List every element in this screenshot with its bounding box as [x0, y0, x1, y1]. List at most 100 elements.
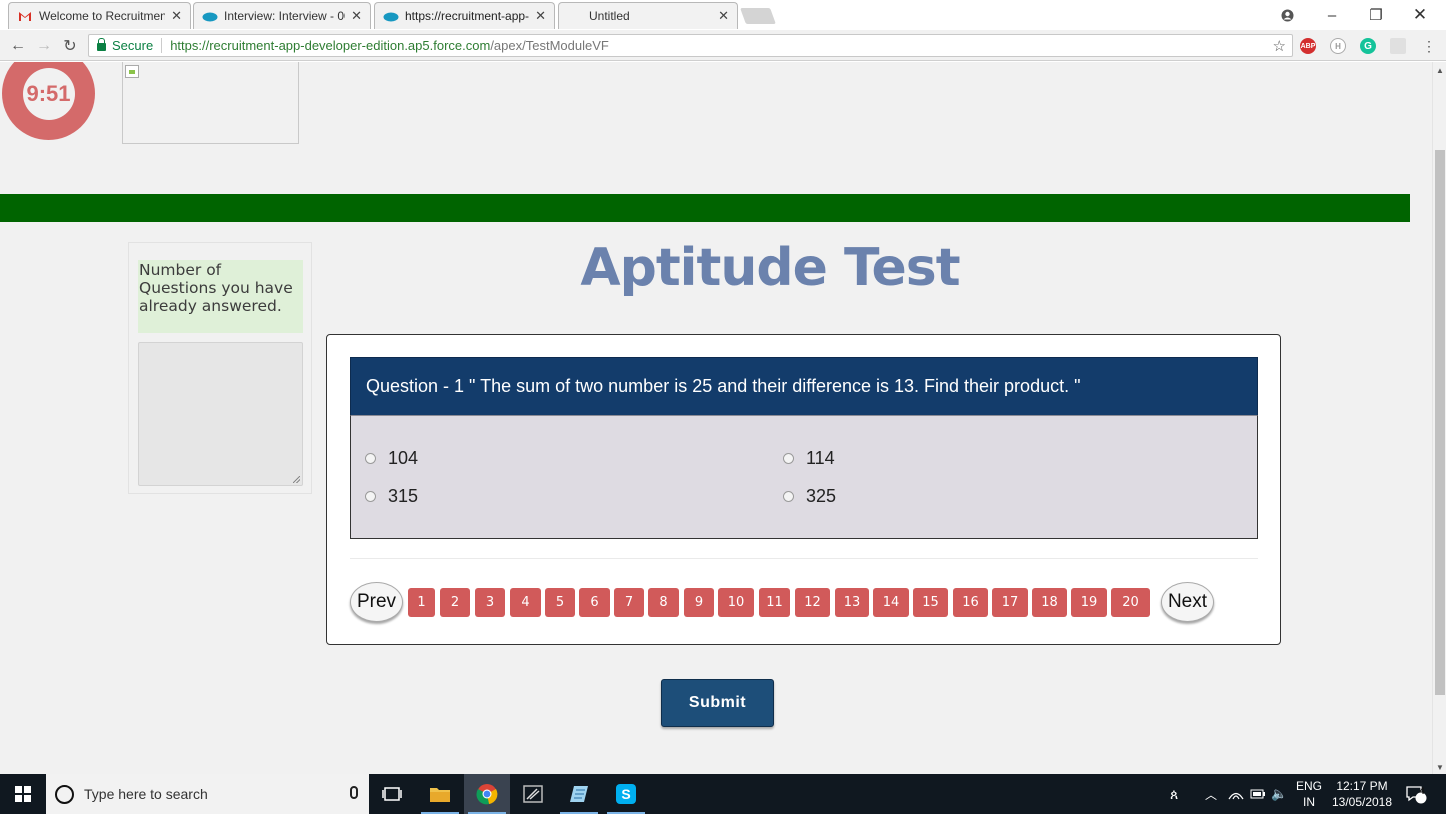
- answered-questions-panel: Number of Questions you have already ans…: [128, 242, 312, 494]
- bookmark-star-icon[interactable]: ☆: [1273, 37, 1286, 55]
- show-hidden-icons-icon[interactable]: ︿: [1205, 774, 1217, 814]
- language-code: ENG: [1296, 779, 1323, 793]
- page-button-17[interactable]: 17: [992, 588, 1028, 617]
- resize-handle-icon[interactable]: [293, 476, 300, 483]
- new-tab-button[interactable]: [740, 8, 776, 24]
- question-pager: Prev 1 2 3 4 5 6 7 8 9 10 11 12 13 14 15…: [350, 579, 1258, 623]
- gmail-icon: [17, 10, 33, 22]
- page-button-20[interactable]: 20: [1111, 588, 1150, 617]
- clock[interactable]: 12:17 PM 13/05/2018: [1332, 774, 1392, 814]
- logo-image-placeholder: [122, 62, 299, 144]
- page-button-16[interactable]: 16: [953, 588, 988, 617]
- question-card: Question - 1 " The sum of two number is …: [326, 334, 1281, 645]
- close-tab-icon[interactable]: ✕: [351, 8, 362, 24]
- radio-button[interactable]: [365, 453, 376, 464]
- address-bar[interactable]: Secure https://recruitment-app-developer…: [88, 34, 1293, 57]
- page-button-6[interactable]: 6: [579, 588, 610, 617]
- page-button-19[interactable]: 19: [1071, 588, 1107, 617]
- option-label: 114: [806, 448, 835, 468]
- language-indicator[interactable]: ENG IN: [1296, 774, 1322, 814]
- option-104[interactable]: 104: [365, 448, 418, 469]
- page-button-2[interactable]: 2: [440, 588, 470, 617]
- scrollbar-thumb[interactable]: [1435, 150, 1445, 695]
- reload-icon[interactable]: ↻: [59, 35, 81, 57]
- radio-button[interactable]: [783, 491, 794, 502]
- close-window-icon[interactable]: ✕: [1398, 0, 1442, 30]
- extension-icon[interactable]: [1390, 38, 1406, 54]
- h-extension-icon[interactable]: H: [1330, 38, 1346, 54]
- page-button-8[interactable]: 8: [648, 588, 679, 617]
- page-button-1[interactable]: 1: [408, 588, 435, 617]
- chrome-icon[interactable]: [464, 774, 510, 814]
- option-label: 315: [388, 486, 419, 506]
- page-button-10[interactable]: 10: [718, 588, 754, 617]
- start-button[interactable]: [0, 774, 46, 814]
- page-button-5[interactable]: 5: [545, 588, 575, 617]
- page-button-14[interactable]: 14: [873, 588, 909, 617]
- page-button-4[interactable]: 4: [510, 588, 541, 617]
- salesforce-cloud-icon: [383, 10, 399, 22]
- question-text: Question - 1 " The sum of two number is …: [350, 357, 1258, 415]
- minimize-icon[interactable]: –: [1310, 0, 1354, 30]
- page-button-3[interactable]: 3: [475, 588, 505, 617]
- microphone-icon[interactable]: [350, 786, 358, 799]
- broken-image-icon: [125, 65, 139, 78]
- file-explorer-icon[interactable]: [417, 774, 463, 814]
- tab-test-module[interactable]: https://recruitment-app-d ✕: [374, 2, 555, 29]
- close-tab-icon[interactable]: ✕: [718, 8, 729, 24]
- search-placeholder: Type here to search: [84, 786, 208, 802]
- page-button-9[interactable]: 9: [684, 588, 714, 617]
- timer-value: 9:51: [22, 67, 75, 120]
- answered-questions-textarea[interactable]: [138, 342, 303, 486]
- option-114[interactable]: 114: [783, 448, 835, 469]
- tab-gmail[interactable]: Welcome to Recruitment ✕: [8, 2, 191, 29]
- submit-button[interactable]: Submit: [661, 679, 774, 727]
- page-button-13[interactable]: 13: [835, 588, 869, 617]
- skype-icon[interactable]: S: [603, 774, 649, 814]
- option-325[interactable]: 325: [783, 486, 836, 507]
- tab-interview[interactable]: Interview: Interview - 007 ✕: [193, 2, 371, 29]
- options-area: 104 114 315 325: [350, 415, 1258, 539]
- scroll-down-icon[interactable]: ▼: [1436, 763, 1444, 772]
- adblock-extension-icon[interactable]: ABP: [1300, 38, 1316, 54]
- close-tab-icon[interactable]: ✕: [171, 8, 182, 24]
- header-bar: [0, 194, 1410, 222]
- svg-text:S: S: [621, 786, 630, 802]
- prev-button[interactable]: Prev: [350, 582, 403, 622]
- page-button-18[interactable]: 18: [1032, 588, 1067, 617]
- page-button-7[interactable]: 7: [614, 588, 644, 617]
- page-button-12[interactable]: 12: [795, 588, 830, 617]
- page-button-11[interactable]: 11: [759, 588, 790, 617]
- taskbar-search[interactable]: Type here to search: [46, 774, 369, 814]
- back-icon[interactable]: ←: [7, 35, 29, 57]
- notepad-app-icon[interactable]: [556, 774, 602, 814]
- tab-title: Untitled: [589, 9, 630, 23]
- option-315[interactable]: 315: [365, 486, 418, 507]
- snipping-tool-icon[interactable]: [510, 774, 556, 814]
- tab-title: https://recruitment-app-d: [405, 9, 530, 23]
- url-path: /apex/TestModuleVF: [490, 38, 609, 53]
- battery-icon[interactable]: [1250, 774, 1266, 814]
- page-button-15[interactable]: 15: [913, 588, 948, 617]
- close-tab-icon[interactable]: ✕: [535, 8, 546, 24]
- page-scrollbar[interactable]: ▲ ▼: [1432, 62, 1446, 774]
- forward-icon[interactable]: →: [33, 35, 55, 57]
- task-view-icon[interactable]: [369, 774, 415, 814]
- wifi-icon[interactable]: [1228, 774, 1244, 814]
- action-center-icon[interactable]: 4: [1405, 774, 1427, 814]
- tab-untitled[interactable]: Untitled ✕: [558, 2, 738, 29]
- radio-button[interactable]: [783, 453, 794, 464]
- secure-indicator[interactable]: Secure: [97, 37, 153, 53]
- grammarly-extension-icon[interactable]: G: [1360, 38, 1376, 54]
- profile-icon[interactable]: [1265, 0, 1309, 30]
- volume-icon[interactable]: 🔈: [1271, 774, 1287, 814]
- tab-title: Interview: Interview - 007: [224, 9, 346, 23]
- windows-logo-icon: [15, 786, 31, 802]
- answered-questions-label: Number of Questions you have already ans…: [138, 260, 303, 333]
- radio-button[interactable]: [365, 491, 376, 502]
- next-button[interactable]: Next: [1161, 582, 1214, 622]
- menu-icon[interactable]: ⋮: [1418, 35, 1440, 57]
- people-icon[interactable]: ጰ: [1170, 774, 1178, 814]
- restore-icon[interactable]: ❐: [1354, 0, 1398, 30]
- scroll-up-icon[interactable]: ▲: [1436, 66, 1444, 75]
